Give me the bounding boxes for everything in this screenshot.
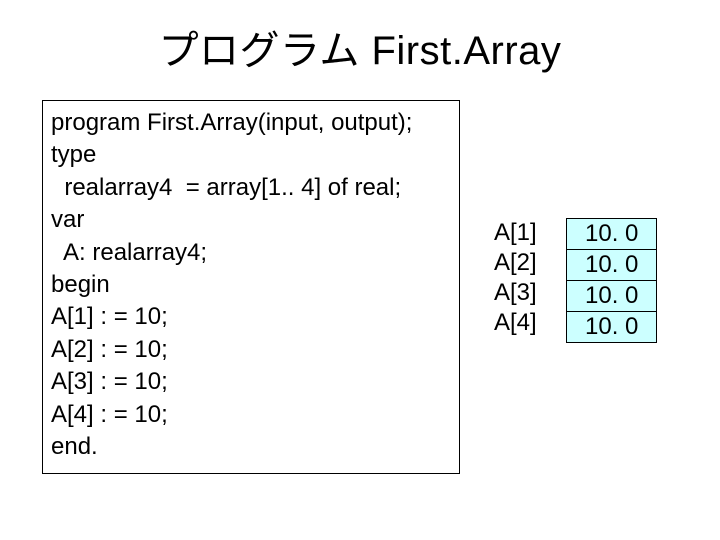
- array-index-labels: A[1] A[2] A[3] A[4]: [494, 218, 537, 338]
- code-line: A[2] : = 10;: [51, 334, 451, 366]
- code-line: type: [51, 139, 451, 171]
- array-cell: 10. 0: [567, 219, 657, 250]
- code-line: A[4] : = 10;: [51, 399, 451, 431]
- table-row: 10. 0: [567, 281, 657, 312]
- code-line: A[1] : = 10;: [51, 301, 451, 333]
- slide: プログラム First.Array program First.Array(in…: [0, 0, 720, 540]
- array-values-table: 10. 0 10. 0 10. 0 10. 0: [566, 218, 657, 343]
- code-line: realarray4 = array[1.. 4] of real;: [51, 172, 451, 204]
- array-cell: 10. 0: [567, 281, 657, 312]
- table-row: 10. 0: [567, 312, 657, 343]
- array-index-label: A[3]: [494, 278, 537, 308]
- code-line: A[3] : = 10;: [51, 366, 451, 398]
- code-line: A: realarray4;: [51, 237, 451, 269]
- array-index-label: A[1]: [494, 218, 537, 248]
- code-line: program First.Array(input, output);: [51, 107, 451, 139]
- array-index-label: A[2]: [494, 248, 537, 278]
- code-line: end.: [51, 431, 451, 463]
- array-cell: 10. 0: [567, 250, 657, 281]
- code-listing-box: program First.Array(input, output); type…: [42, 100, 460, 474]
- array-cell: 10. 0: [567, 312, 657, 343]
- array-index-label: A[4]: [494, 308, 537, 338]
- code-line: var: [51, 204, 451, 236]
- code-line: begin: [51, 269, 451, 301]
- table-row: 10. 0: [567, 250, 657, 281]
- page-title: プログラム First.Array: [0, 18, 720, 76]
- table-row: 10. 0: [567, 219, 657, 250]
